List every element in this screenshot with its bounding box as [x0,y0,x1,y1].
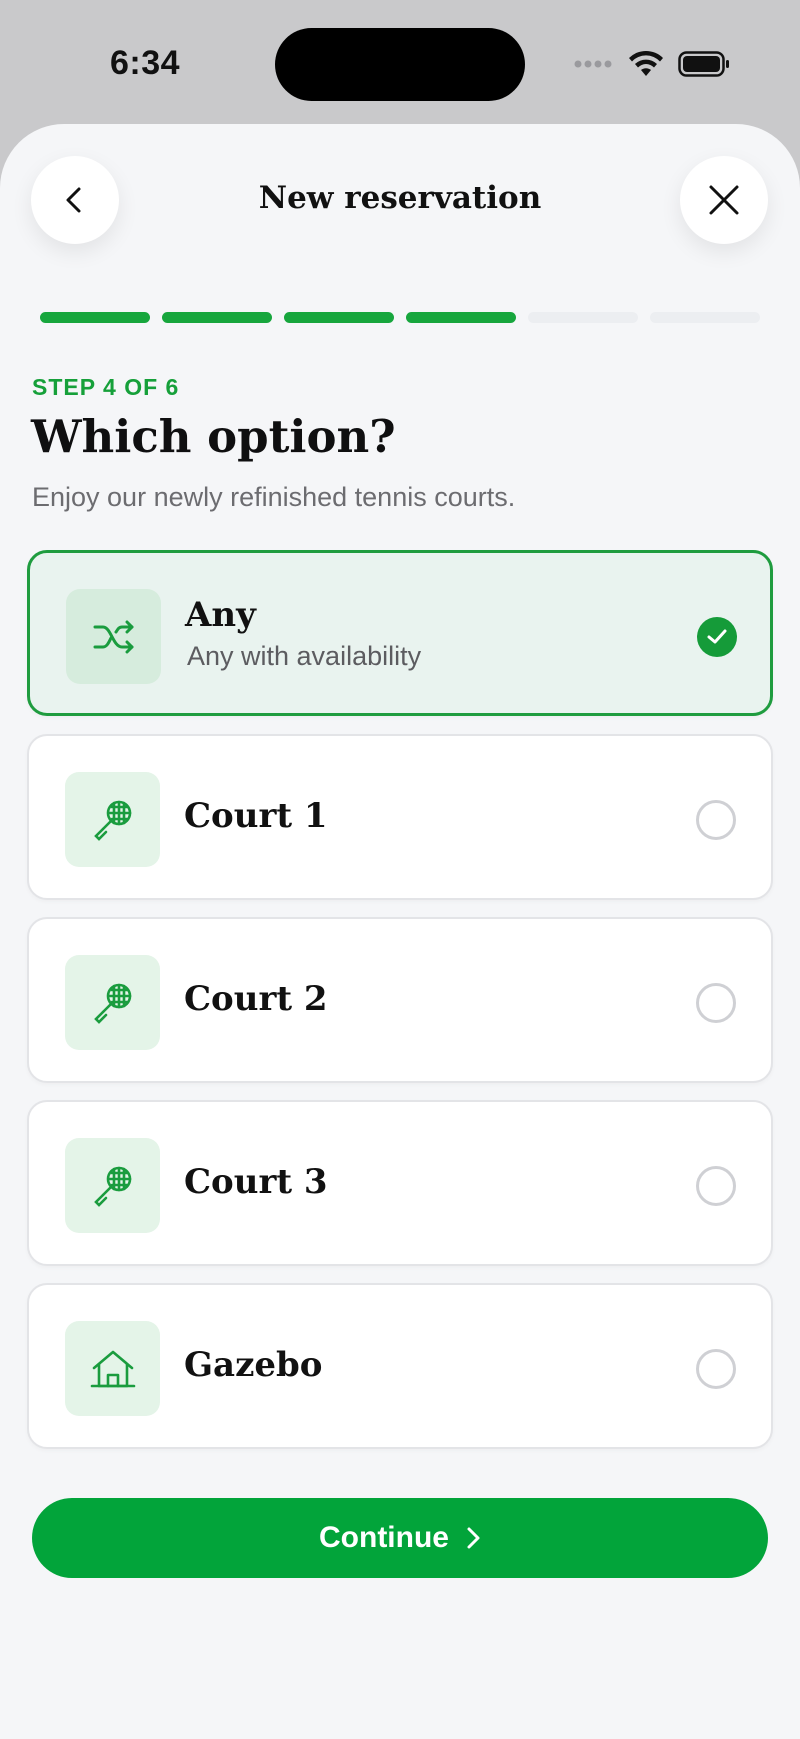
step-progress-bar [40,312,760,323]
tennis-racket-icon-tile [65,772,160,867]
progress-segment [406,312,516,323]
shuffle-icon [93,620,133,653]
dynamic-island [275,28,525,101]
option-name: Gazebo [184,1345,323,1385]
tennis-racket-icon-tile [65,955,160,1050]
radio-button[interactable] [696,983,736,1023]
option-name: Any [185,595,256,635]
option-court-1[interactable]: Court 1 [27,734,773,900]
option-any[interactable]: Any Any with availability [27,550,773,716]
step-label: STEP 4 OF 6 [32,374,180,400]
progress-segment [162,312,272,323]
cellular-signal-icon [574,60,612,68]
continue-button[interactable]: Continue [32,1498,768,1578]
radio-button[interactable] [696,1166,736,1206]
tennis-racket-icon [93,1166,131,1207]
option-gazebo[interactable]: Gazebo [27,1283,773,1449]
tennis-racket-icon-tile [65,1138,160,1233]
house-icon-tile [65,1321,160,1416]
reservation-sheet: New reservation STEP 4 OF 6 Which option… [0,124,800,1739]
option-name: Court 3 [184,1162,328,1202]
status-icons [574,50,730,78]
status-time: 6:34 [110,44,181,82]
option-name: Court 1 [184,796,328,836]
option-court-2[interactable]: Court 2 [27,917,773,1083]
close-icon [709,185,739,215]
page-title: Which option? [31,410,396,463]
option-court-3[interactable]: Court 3 [27,1100,773,1266]
option-subtitle: Any with availability [187,641,422,671]
progress-segment [650,312,760,323]
continue-label: Continue [319,1521,449,1554]
battery-icon [678,51,729,77]
option-name: Court 2 [184,979,328,1019]
tennis-racket-icon [93,983,131,1024]
close-button[interactable] [680,156,768,244]
progress-segment [40,312,150,323]
chevron-right-icon [467,1527,480,1549]
radio-button[interactable] [696,800,736,840]
house-icon [90,1350,135,1387]
selected-check-icon [697,617,737,657]
status-bar: 6:34 [0,0,800,124]
radio-button[interactable] [696,1349,736,1389]
progress-segment [284,312,394,323]
page-subtitle: Enjoy our newly refinished tennis courts… [32,482,516,512]
shuffle-icon-tile [66,589,161,684]
wifi-icon [629,50,663,76]
tennis-racket-icon [93,800,131,841]
progress-segment [528,312,638,323]
